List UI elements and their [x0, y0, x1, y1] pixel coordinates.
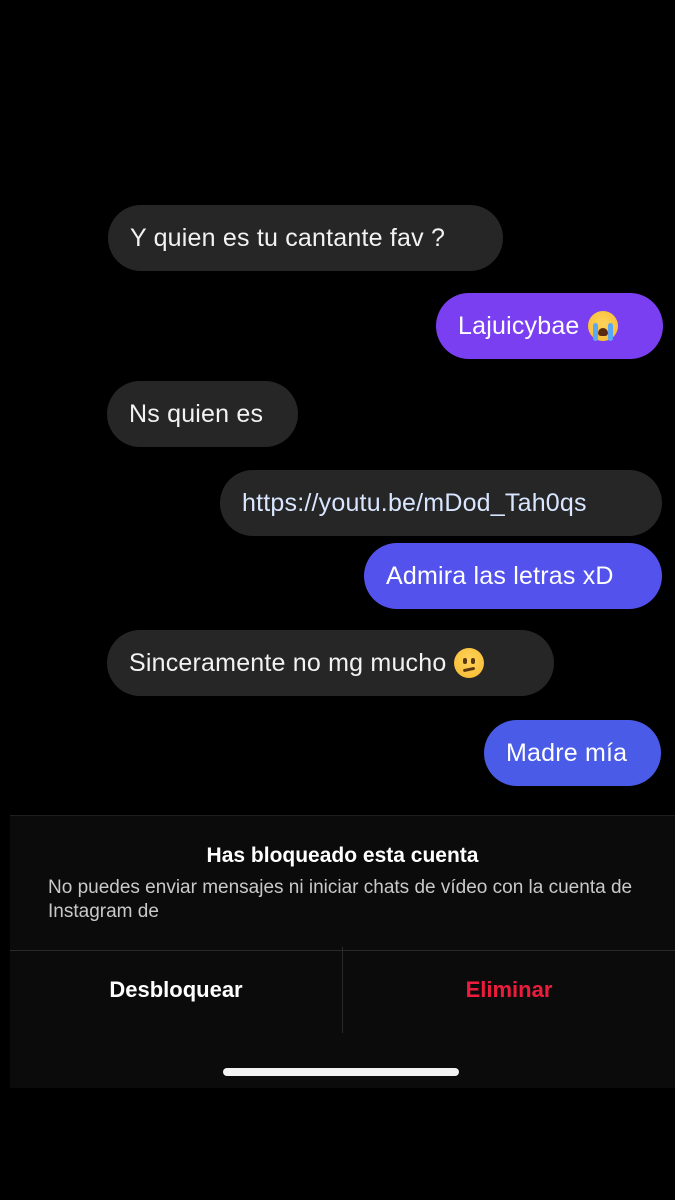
message-text: Ns quien es	[129, 399, 264, 428]
blocked-description: No puedes enviar mensajes ni iniciar cha…	[48, 877, 633, 922]
message-text: Y quien es tu cantante fav ?	[130, 223, 446, 252]
message-bubble-outgoing[interactable]: Admira las letras xD	[364, 543, 662, 609]
message-text: Admira las letras xD	[386, 561, 614, 590]
message-bubble-incoming[interactable]: Sinceramente no mg mucho	[107, 630, 554, 696]
message-bubble-link[interactable]: https://youtu.be/mDod_Tah0qs	[220, 470, 662, 536]
confused-face-emoji	[454, 648, 485, 678]
message-bubble-incoming[interactable]: Ns quien es	[107, 381, 298, 447]
loudly-crying-face-emoji	[587, 311, 618, 341]
message-bubble-outgoing[interactable]: Lajuicybae	[436, 293, 663, 359]
message-text: Sinceramente no mg mucho	[129, 648, 447, 677]
message-bubble-outgoing[interactable]: Madre mía	[484, 720, 661, 786]
unblock-button[interactable]: Desbloquear	[10, 947, 343, 1033]
delete-button[interactable]: Eliminar	[343, 947, 675, 1033]
message-text: Lajuicybae	[458, 311, 580, 340]
blocked-title: Has bloqueado esta cuenta	[206, 844, 479, 867]
block-actions: Desbloquear Eliminar	[10, 947, 675, 1033]
message-text: Madre mía	[506, 738, 628, 767]
blocked-account-panel: Has bloqueado esta cuenta No puedes envi…	[10, 815, 675, 1088]
message-link[interactable]: https://youtu.be/mDod_Tah0qs	[242, 489, 587, 518]
message-bubble-incoming[interactable]: Y quien es tu cantante fav ?	[108, 205, 503, 271]
home-indicator[interactable]	[223, 1068, 459, 1076]
